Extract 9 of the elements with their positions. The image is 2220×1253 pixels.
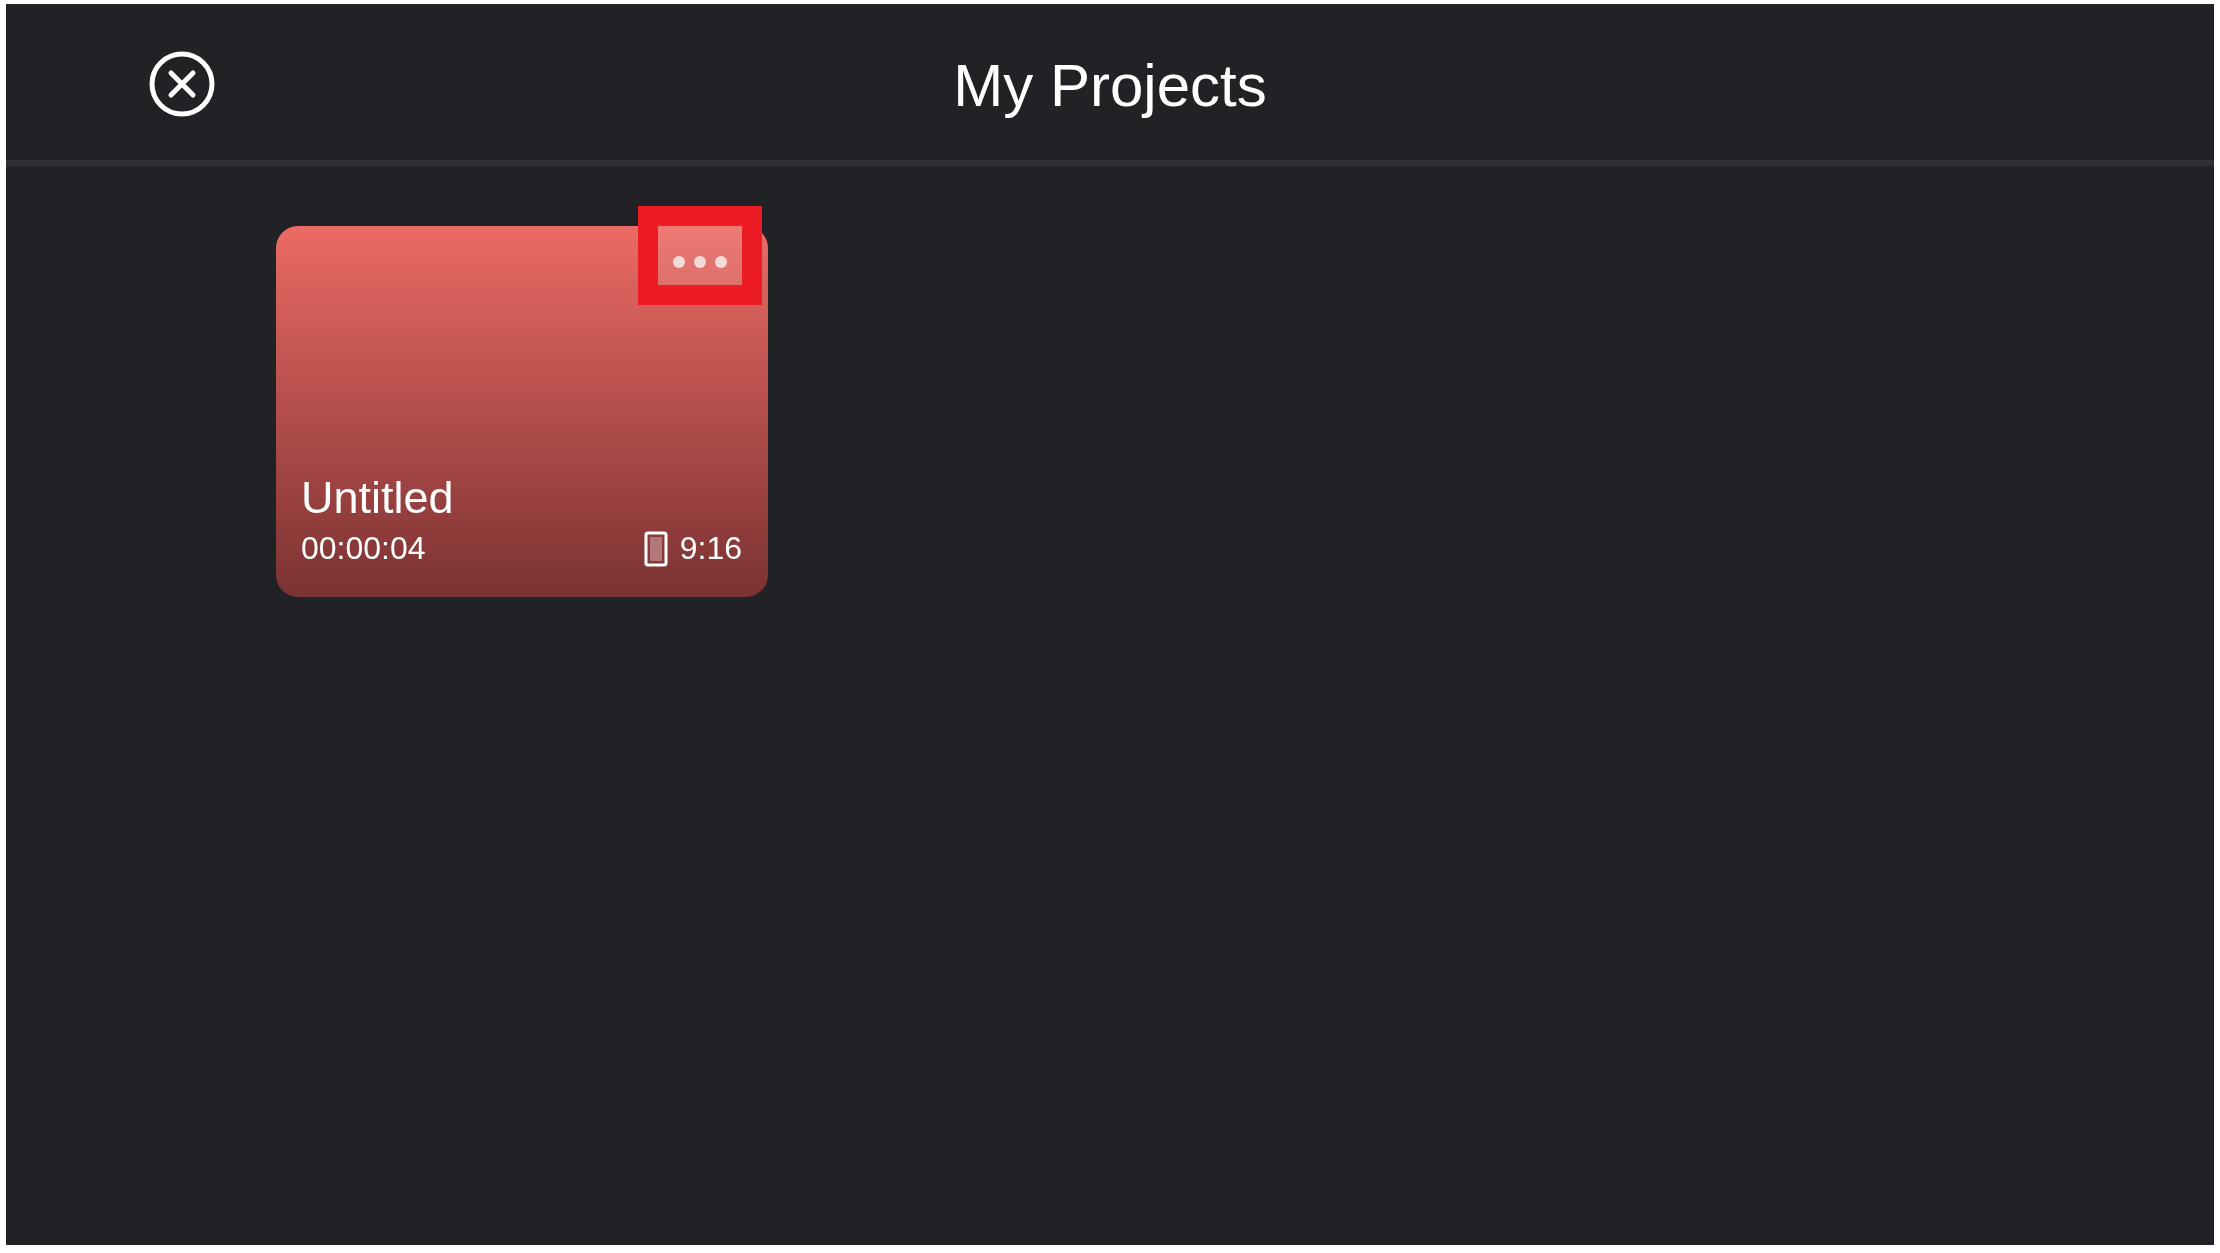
page-title: My Projects: [953, 50, 1267, 120]
project-card[interactable]: Untitled 00:00:04 9:16: [276, 226, 768, 597]
close-icon: [149, 51, 215, 117]
more-icon: [672, 254, 728, 269]
close-button[interactable]: [149, 51, 215, 117]
project-duration: 00:00:04: [301, 530, 426, 567]
aspect-ratio: 9:16: [679, 530, 742, 567]
portrait-frame-icon: [643, 530, 668, 567]
project-title: Untitled: [301, 472, 455, 522]
